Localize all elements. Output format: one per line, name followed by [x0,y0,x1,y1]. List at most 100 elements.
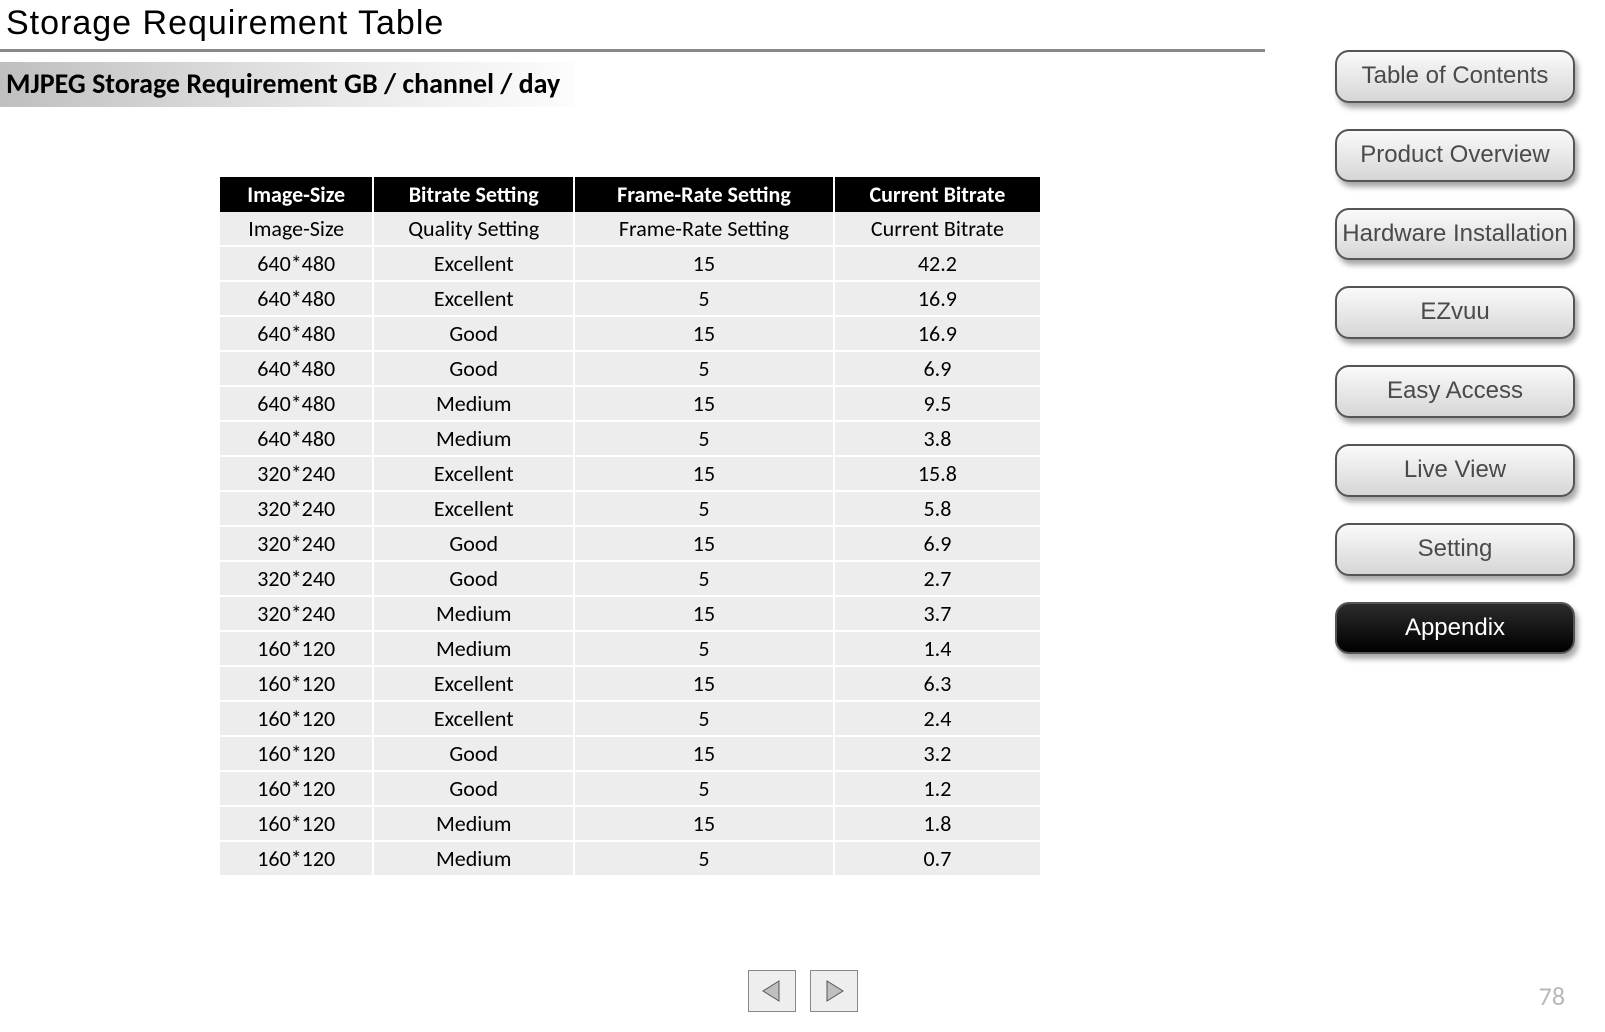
table-cell: 15 [574,456,834,491]
triangle-left-icon [759,978,785,1004]
table-cell: 5 [574,701,834,736]
table-header: Current Bitrate [834,177,1040,212]
table-cell: Excellent [373,456,574,491]
table-cell: 5 [574,631,834,666]
table-cell: 15 [574,806,834,841]
table-cell: Frame-Rate Setting [574,212,834,246]
sidebar-item-setting[interactable]: Setting [1335,523,1575,576]
table-cell: 15 [574,526,834,561]
sidebar-item-appendix[interactable]: Appendix [1335,602,1575,655]
page-title: Storage Requirement Table [0,0,1265,52]
table-cell: 42.2 [834,246,1040,281]
table-cell: 160*120 [220,841,373,876]
table-cell: Medium [373,631,574,666]
table-row: 320*240Medium153.7 [220,596,1040,631]
table-row: 320*240Excellent1515.8 [220,456,1040,491]
table-cell: Medium [373,596,574,631]
table-row: 160*120Excellent156.3 [220,666,1040,701]
table-cell: 160*120 [220,666,373,701]
triangle-right-icon [821,978,847,1004]
table-cell: 15 [574,386,834,421]
table-cell: 320*240 [220,596,373,631]
table-cell: Medium [373,806,574,841]
table-cell: 6.9 [834,351,1040,386]
sidebar-item-product-overview[interactable]: Product Overview [1335,129,1575,182]
table-cell: Medium [373,386,574,421]
table-header: Image-Size [220,177,373,212]
table-cell: 15 [574,246,834,281]
sidebar-item-live-view[interactable]: Live View [1335,444,1575,497]
table-cell: 320*240 [220,561,373,596]
table-cell: 15 [574,596,834,631]
table-row: 320*240Good52.7 [220,561,1040,596]
sidebar-item-table-of-contents[interactable]: Table of Contents [1335,50,1575,103]
sidebar-item-hardware-installation[interactable]: Hardware Installation [1335,208,1575,261]
table-cell: 160*120 [220,631,373,666]
table-cell: 5 [574,561,834,596]
table-cell: 5 [574,841,834,876]
table-cell: 640*480 [220,421,373,456]
table-cell: 160*120 [220,736,373,771]
table-row: 160*120Medium51.4 [220,631,1040,666]
sidebar-item-easy-access[interactable]: Easy Access [1335,365,1575,418]
table-cell: 5 [574,771,834,806]
table-cell: 160*120 [220,806,373,841]
table-row: 640*480Excellent1542.2 [220,246,1040,281]
table-cell: Excellent [373,701,574,736]
table-cell: Medium [373,841,574,876]
table-cell: Quality Setting [373,212,574,246]
table-cell: Medium [373,421,574,456]
prev-page-button[interactable] [748,970,796,1012]
page-subheading: MJPEG Storage Requirement GB / channel /… [0,62,574,107]
next-page-button[interactable] [810,970,858,1012]
table-cell: Good [373,351,574,386]
table-cell: Excellent [373,666,574,701]
table-cell: Good [373,561,574,596]
table-header-row: Image-Size Bitrate Setting Frame-Rate Se… [220,177,1040,212]
table-row: 640*480Good56.9 [220,351,1040,386]
table-cell: 3.8 [834,421,1040,456]
table-row: 160*120Medium151.8 [220,806,1040,841]
table-cell: Excellent [373,246,574,281]
table-cell: Good [373,771,574,806]
sidebar-nav: Table of Contents Product Overview Hardwar… [1335,50,1575,654]
table-row: 160*120Excellent52.4 [220,701,1040,736]
table-cell: 1.8 [834,806,1040,841]
table-row: 640*480Medium159.5 [220,386,1040,421]
table-cell: 15 [574,316,834,351]
table-cell: 3.2 [834,736,1040,771]
table-cell: 640*480 [220,386,373,421]
table-row: Image-SizeQuality SettingFrame-Rate Sett… [220,212,1040,246]
table-cell: Excellent [373,491,574,526]
table-cell: 640*480 [220,281,373,316]
table-cell: 5 [574,491,834,526]
table-cell: 1.4 [834,631,1040,666]
table-row: 640*480Good1516.9 [220,316,1040,351]
table-cell: 15 [574,736,834,771]
table-cell: 640*480 [220,246,373,281]
table-cell: 0.7 [834,841,1040,876]
table-cell: 2.7 [834,561,1040,596]
table-cell: 15 [574,666,834,701]
table-row: 640*480Excellent516.9 [220,281,1040,316]
table-cell: 640*480 [220,351,373,386]
table-cell: Image-Size [220,212,373,246]
table-row: 160*120Medium50.7 [220,841,1040,876]
table-cell: 15.8 [834,456,1040,491]
sidebar-item-ezvuu[interactable]: EZvuu [1335,286,1575,339]
table-cell: 5.8 [834,491,1040,526]
table-row: 160*120Good51.2 [220,771,1040,806]
table-cell: 6.3 [834,666,1040,701]
table-cell: 3.7 [834,596,1040,631]
table-cell: 320*240 [220,491,373,526]
table-cell: 1.2 [834,771,1040,806]
table-header: Bitrate Setting [373,177,574,212]
table-cell: 320*240 [220,456,373,491]
table-cell: 640*480 [220,316,373,351]
table-cell: Excellent [373,281,574,316]
table-row: 320*240Good156.9 [220,526,1040,561]
storage-table: Image-Size Bitrate Setting Frame-Rate Se… [220,177,1040,877]
table-cell: 16.9 [834,316,1040,351]
table-cell: 16.9 [834,281,1040,316]
page-number: 78 [1539,980,1565,1012]
